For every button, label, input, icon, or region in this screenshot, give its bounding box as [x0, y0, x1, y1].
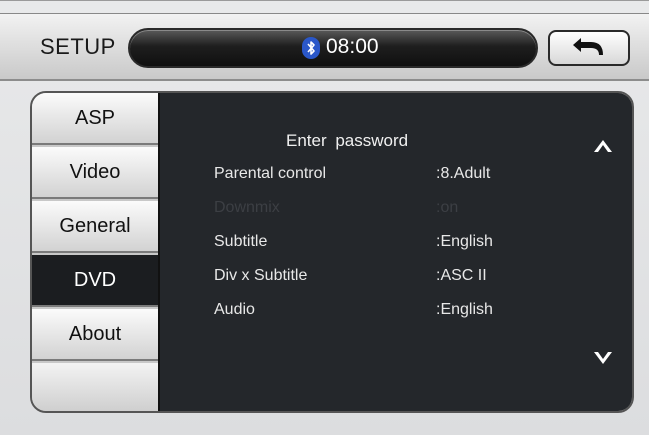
setup-screen: SETUP 08:00 ASP Video General DVD About: [0, 0, 649, 435]
subtitle-value: :English: [436, 233, 493, 250]
divx-subtitle-label: Div x Subtitle: [214, 267, 308, 284]
parental-control-row[interactable]: Parental control :8.Adult: [214, 165, 614, 191]
status-bar: 08:00: [128, 28, 538, 68]
audio-row[interactable]: Audio :English: [214, 301, 614, 327]
audio-label: Audio: [214, 301, 255, 318]
downmix-value: :on: [436, 199, 459, 216]
page-title: SETUP: [40, 34, 116, 59]
audio-value: :English: [436, 301, 493, 318]
back-arrow-icon: [569, 34, 609, 63]
tab-about[interactable]: About: [32, 309, 158, 361]
tab-dvd[interactable]: DVD: [32, 255, 158, 307]
header-bar: SETUP 08:00: [0, 13, 649, 81]
tab-list: ASP Video General DVD About: [32, 93, 158, 411]
tab-empty: [32, 363, 158, 411]
settings-panel: ASP Video General DVD About Enter passwo…: [30, 91, 634, 413]
clock: 08:00: [326, 35, 379, 58]
subtitle-label: Subtitle: [214, 233, 268, 250]
parental-control-label: Parental control: [214, 165, 327, 182]
chevron-up-icon[interactable]: [592, 137, 614, 155]
divx-subtitle-row[interactable]: Div x Subtitle :ASC II: [214, 267, 614, 293]
tab-general[interactable]: General: [32, 201, 158, 253]
parental-control-value: :8.Adult: [436, 165, 491, 182]
subtitle-row[interactable]: Subtitle :English: [214, 233, 614, 259]
downmix-label: Downmix: [214, 199, 280, 216]
back-button[interactable]: [548, 30, 630, 66]
tab-video[interactable]: Video: [32, 147, 158, 199]
bluetooth-icon: [302, 37, 320, 59]
chevron-down-icon[interactable]: [592, 349, 614, 367]
dvd-settings-content: Enter password Parental control :8.Adult…: [158, 93, 632, 411]
downmix-row: Downmix :on: [214, 199, 614, 225]
divx-subtitle-value: :ASC II: [436, 267, 487, 284]
tab-asp[interactable]: ASP: [32, 93, 158, 145]
enter-password-button[interactable]: Enter password: [286, 131, 408, 151]
